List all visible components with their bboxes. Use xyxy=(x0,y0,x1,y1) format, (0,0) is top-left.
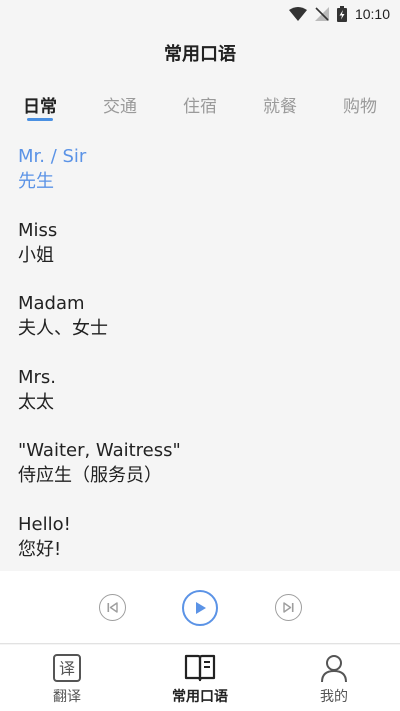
phrase-chinese: 小姐 xyxy=(18,244,54,266)
phrase-english: Madam xyxy=(18,293,85,314)
list-item[interactable]: Miss 小姐 xyxy=(18,218,388,292)
bottom-nav: 译 翻译 常用口语 我的 xyxy=(0,645,400,711)
tab-accommodation[interactable]: 住宿 xyxy=(170,92,230,117)
phrase-chinese: 您好! xyxy=(18,538,62,560)
skip-previous-icon xyxy=(107,602,118,613)
tab-active-indicator xyxy=(27,118,53,121)
phrase-list: Mr. / Sir 先生 Miss 小姐 Madam 夫人、女士 Mrs. 太太… xyxy=(18,144,388,585)
page-title: 常用口语 xyxy=(164,44,236,65)
tab-dining[interactable]: 就餐 xyxy=(250,92,310,117)
tab-label: 就餐 xyxy=(263,97,297,117)
tab-label: 住宿 xyxy=(183,97,217,117)
phrase-chinese: 侍应生（服务员） xyxy=(18,465,162,486)
play-icon xyxy=(196,602,206,614)
nav-label: 翻译 xyxy=(53,689,81,705)
translate-icon: 译 xyxy=(53,654,81,682)
tab-label: 日常 xyxy=(23,97,57,117)
nav-common-phrases[interactable]: 常用口语 xyxy=(150,645,250,711)
status-time: 10:10 xyxy=(354,6,390,22)
play-button[interactable] xyxy=(182,590,218,626)
phrase-chinese: 太太 xyxy=(18,391,54,413)
next-button[interactable] xyxy=(275,594,302,621)
previous-button[interactable] xyxy=(99,594,126,621)
nav-label: 常用口语 xyxy=(172,689,228,705)
audio-player xyxy=(0,571,400,644)
phrase-english: Mrs. xyxy=(18,366,57,388)
tab-transport[interactable]: 交通 xyxy=(90,92,150,117)
no-signal-icon xyxy=(314,7,329,21)
tab-shopping[interactable]: 购物 xyxy=(330,92,390,117)
list-item[interactable]: Mr. / Sir 先生 xyxy=(18,144,388,218)
category-tabs: 日常 交通 住宿 就餐 购物 xyxy=(0,92,400,128)
skip-next-icon xyxy=(283,602,294,613)
phrase-chinese: 先生 xyxy=(18,171,54,192)
list-item[interactable]: Madam 夫人、女士 xyxy=(18,291,388,365)
tab-daily[interactable]: 日常 xyxy=(10,92,70,121)
wifi-icon xyxy=(288,7,307,21)
list-item[interactable]: Mrs. 太太 xyxy=(18,365,388,439)
phrase-english: Hello! xyxy=(18,513,71,535)
phrase-chinese: 夫人、女士 xyxy=(18,318,108,339)
tab-label: 购物 xyxy=(343,97,377,117)
nav-profile[interactable]: 我的 xyxy=(284,645,384,711)
svg-text:译: 译 xyxy=(59,659,75,678)
book-icon xyxy=(184,654,216,682)
phrase-english: Miss xyxy=(18,219,58,241)
list-item[interactable]: "Waiter, Waitress" 侍应生（服务员） xyxy=(18,438,388,512)
nav-translate[interactable]: 译 翻译 xyxy=(17,645,117,711)
nav-label: 我的 xyxy=(320,689,348,705)
phrase-english: "Waiter, Waitress" xyxy=(18,440,181,461)
user-icon xyxy=(321,655,347,683)
tab-label: 交通 xyxy=(103,97,137,117)
battery-charging-icon xyxy=(336,6,347,22)
status-bar: 10:10 xyxy=(0,0,400,28)
phrase-english: Mr. / Sir xyxy=(18,146,87,167)
